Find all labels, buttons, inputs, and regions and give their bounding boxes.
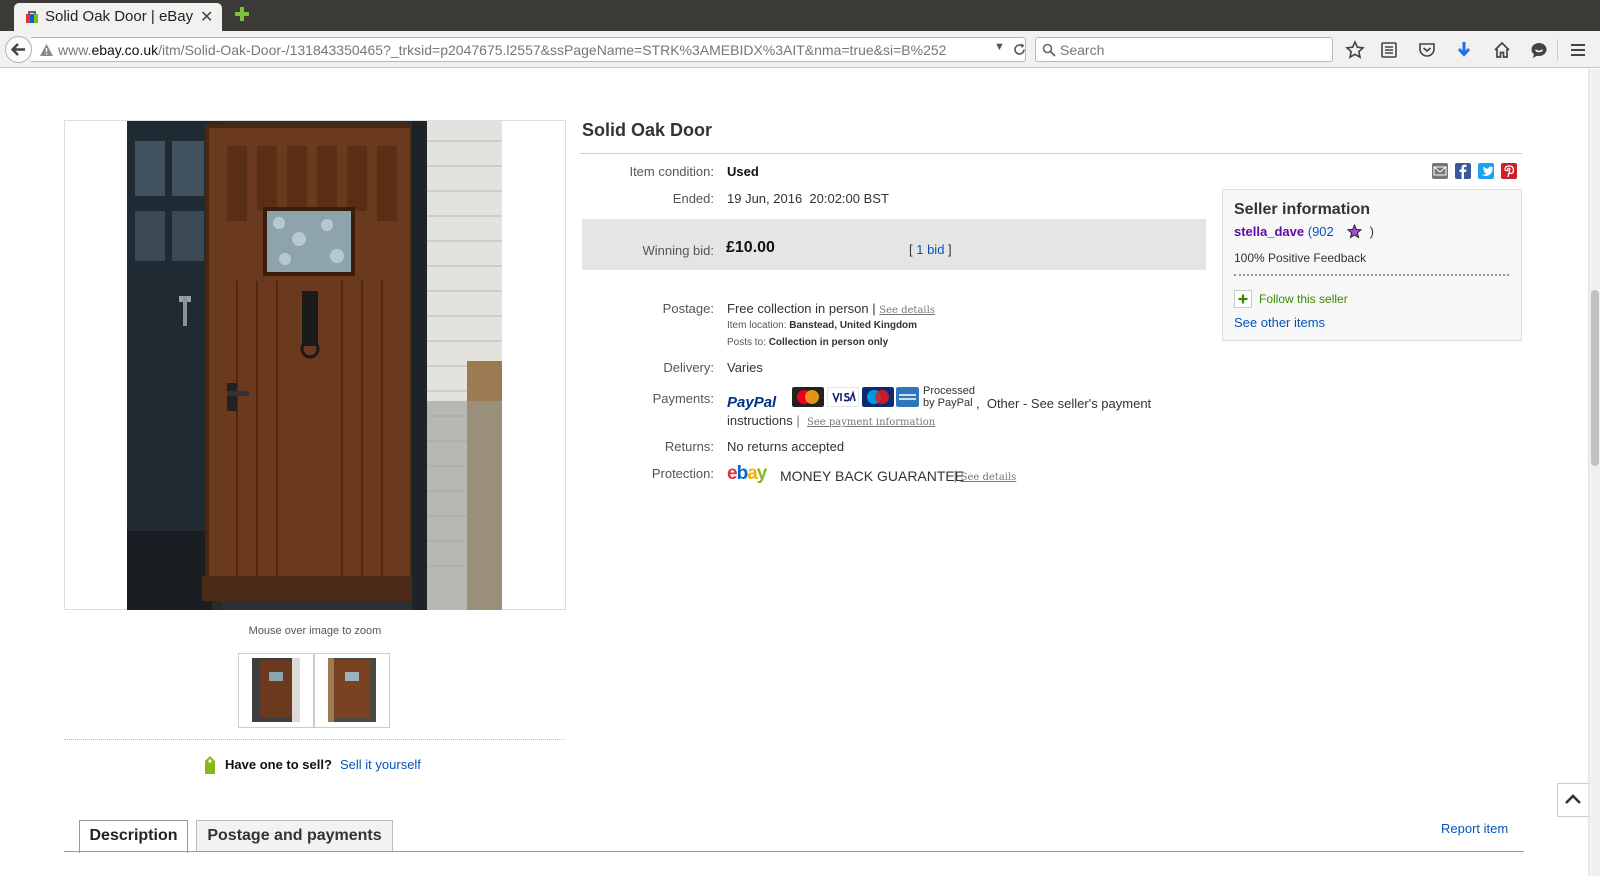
search-icon (1042, 43, 1056, 57)
home-icon[interactable] (1492, 40, 1512, 60)
ended-label: Ended: (672, 191, 714, 206)
returns-label: Returns: (664, 439, 714, 454)
protection-see-details-link[interactable]: See details (961, 472, 1017, 483)
seller-information-heading: Seller information (1234, 201, 1371, 218)
back-arrow-icon (10, 43, 25, 56)
chevron-up-icon (1565, 794, 1581, 804)
item-condition-label: Item condition: (629, 164, 714, 179)
dotted-divider (64, 739, 564, 740)
postage-value: Free collection in person | See details (727, 301, 935, 316)
american-express-icon (896, 387, 919, 407)
item-title: Solid Oak Door (582, 120, 713, 140)
seller-dotted-divider (1234, 274, 1509, 276)
reading-list-icon[interactable] (1379, 40, 1399, 60)
close-tab-icon[interactable]: ✕ (200, 7, 213, 27)
navigation-toolbar: www.ebay.co.uk/itm/Solid-Oak-Door-/13184… (0, 31, 1600, 68)
email-share-icon[interactable] (1432, 163, 1448, 179)
ebay-item-page: Mouse over image to zoom Have one to sel… (0, 69, 1589, 876)
back-to-top-button[interactable] (1557, 783, 1589, 817)
follow-seller-button[interactable] (1234, 290, 1252, 308)
back-button[interactable] (5, 36, 32, 63)
other-payment-text: , Other - See seller's payment (976, 396, 1152, 411)
zoom-hint: Mouse over image to zoom (248, 625, 382, 637)
payment-instructions: instructions | See payment information (727, 413, 936, 428)
item-condition-value: Used (727, 164, 759, 179)
feedback-score-link[interactable]: 902 (1312, 224, 1334, 239)
hamburger-menu-icon[interactable] (1568, 40, 1588, 60)
scrollbar-thumb[interactable] (1591, 290, 1599, 466)
winning-bid-value: £10.00 (726, 239, 775, 256)
thumbnail-2[interactable] (314, 653, 390, 728)
title-divider (580, 153, 1522, 154)
see-payment-information-link[interactable]: See payment information (807, 417, 935, 428)
bid-count: [ 1 bid ] (909, 242, 952, 257)
main-image-frame[interactable] (64, 120, 566, 610)
report-item-link[interactable]: Report item (1441, 821, 1508, 836)
door-thumbnail-image (328, 658, 376, 722)
plus-icon (1238, 294, 1248, 304)
ebay-logo-icon: ebay (727, 463, 769, 483)
purple-star-icon (1347, 223, 1363, 239)
mastercard-icon (792, 387, 824, 407)
maestro-icon (862, 387, 894, 407)
chat-icon[interactable] (1529, 40, 1549, 60)
facebook-share-icon[interactable] (1455, 163, 1471, 179)
ebay-favicon-icon (26, 11, 38, 23)
delivery-value: Varies (727, 360, 763, 375)
payments-label: Payments: (652, 391, 714, 406)
postage-see-details-link[interactable]: See details (879, 305, 935, 316)
pinterest-share-icon[interactable] (1501, 163, 1517, 179)
door-thumbnail-image (252, 658, 300, 722)
see-other-items-link[interactable]: See other items (1234, 315, 1325, 330)
new-tab-icon[interactable] (232, 3, 252, 25)
positive-feedback: 100% Positive Feedback (1234, 251, 1367, 265)
page-scrollbar[interactable] (1588, 69, 1600, 876)
warning-icon (40, 44, 53, 56)
item-location: Item location: Banstead, United Kingdom (727, 320, 918, 331)
url-text[interactable]: www.ebay.co.uk/itm/Solid-Oak-Door-/13184… (58, 42, 998, 58)
browser-tab[interactable]: Solid Oak Door | eBay ✕ (14, 3, 222, 31)
bookmark-star-icon[interactable] (1345, 40, 1365, 60)
tab-postage-and-payments[interactable]: Postage and payments (196, 820, 393, 852)
pocket-icon[interactable] (1417, 40, 1437, 60)
tabs-divider (64, 851, 1524, 852)
protection-label: Protection: (651, 466, 714, 481)
thumbnail-1[interactable] (238, 653, 314, 728)
ended-value: 19 Jun, 2016 20:02:00 BST (727, 191, 889, 206)
follow-this-seller-link[interactable]: Follow this seller (1259, 292, 1348, 306)
bid-history-link[interactable]: 1 bid (916, 242, 944, 257)
protection-details: | See details (950, 468, 1017, 483)
processed-by-paypal: Processed by PayPal (923, 385, 975, 409)
winning-bid-label: Winning bid: (642, 243, 714, 258)
reload-icon[interactable] (1012, 42, 1027, 57)
browser-tab-title: Solid Oak Door | eBay (45, 8, 194, 25)
visa-icon (827, 387, 859, 407)
search-placeholder: Search (1060, 42, 1105, 58)
browser-tab-strip: Solid Oak Door | eBay ✕ (0, 0, 1600, 31)
door-photo[interactable] (127, 121, 502, 610)
postage-label: Postage: (662, 301, 714, 316)
seller-name-row: stella_dave (902 ) (1234, 223, 1374, 239)
posts-to: Posts to: Collection in person only (727, 337, 889, 348)
returns-value: No returns accepted (727, 439, 845, 454)
winning-bid-box: Winning bid: £10.00 [ 1 bid ] (582, 219, 1206, 270)
seller-name-link[interactable]: stella_dave (1234, 224, 1304, 239)
have-one-to-sell-label: Have one to sell? (225, 757, 332, 772)
search-bar[interactable]: Search (1035, 37, 1333, 62)
downloads-icon[interactable] (1454, 40, 1474, 60)
sell-it-yourself-link[interactable]: Sell it yourself (340, 757, 421, 772)
money-back-guarantee: MONEY BACK GUARANTEE (780, 468, 965, 484)
url-history-dropdown-icon[interactable]: ▼ (994, 41, 1005, 53)
price-tag-icon (205, 756, 215, 774)
svg-text:ebay: ebay (727, 463, 768, 483)
twitter-share-icon[interactable] (1478, 163, 1494, 179)
seller-information-box: Seller information stella_dave (902 ) 10… (1222, 189, 1522, 341)
toolbar-separator (1557, 39, 1558, 61)
paypal-logo: PayPal (727, 394, 777, 411)
delivery-label: Delivery: (663, 360, 714, 375)
url-bar[interactable]: www.ebay.co.uk/itm/Solid-Oak-Door-/13184… (31, 37, 1026, 62)
tab-description[interactable]: Description (79, 820, 188, 853)
